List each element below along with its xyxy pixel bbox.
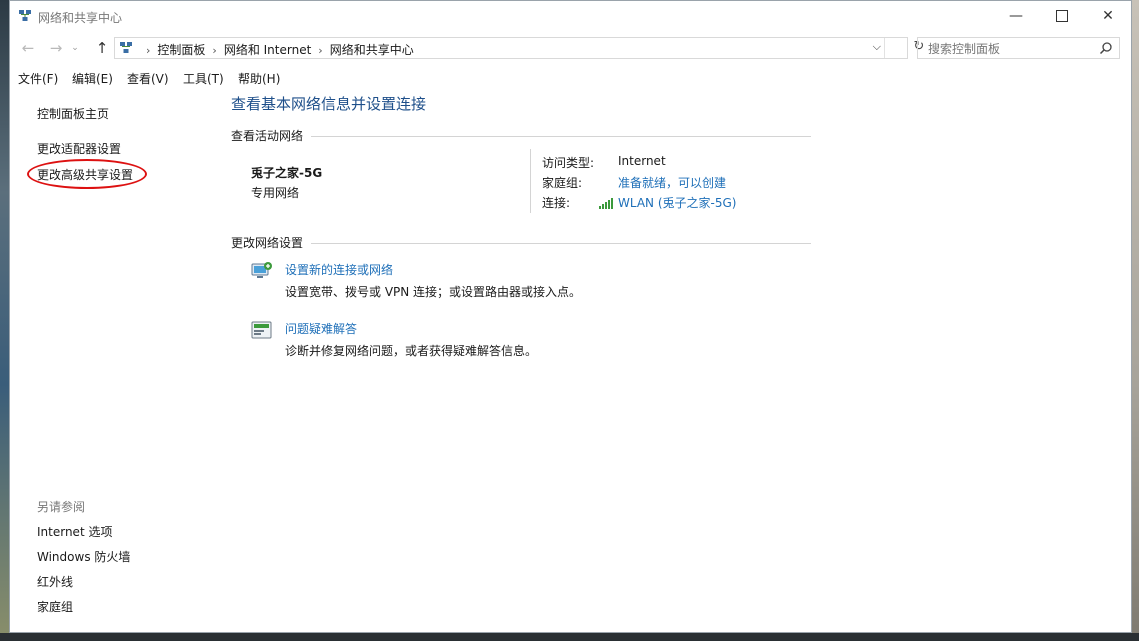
breadcrumb-network-sharing-center[interactable]: 网络和共享中心 [330,43,414,57]
menu-edit[interactable]: 编辑(E) [72,70,113,87]
left-task-pane: 控制面板主页 更改适配器设置 更改高级共享设置 另请参阅 Internet 选项… [10,91,220,631]
breadcrumb: › 控制面板 › 网络和 Internet › 网络和共享中心 [139,41,414,58]
wifi-signal-icon [599,198,613,209]
desktop-right-edge [1132,0,1139,641]
control-panel-icon [120,42,132,53]
homegroup-status-link[interactable]: 准备就绪，可以创建 [618,174,726,191]
menu-help[interactable]: 帮助(H) [238,70,280,87]
breadcrumb-separator: › [146,44,151,57]
breadcrumb-separator[interactable]: › [318,44,322,57]
search-icon[interactable] [1099,41,1113,55]
troubleshoot-icon [251,321,272,339]
maximize-button[interactable] [1039,1,1085,32]
connection-name[interactable]: WLAN (兎子之家-5G) [618,196,736,210]
menu-file[interactable]: 文件(F) [18,70,58,87]
network-name: 兎子之家-5G [251,166,323,180]
minimize-button[interactable]: — [993,1,1039,32]
setup-new-connection-link[interactable]: 设置新的连接或网络 [285,261,393,278]
network-center-icon [19,10,31,21]
connection-label: 连接: [542,196,571,210]
network-info-divider [530,149,531,213]
change-settings-heading: 更改网络设置 [231,236,304,250]
menu-view[interactable]: 查看(V) [127,70,169,87]
close-button[interactable]: ✕ [1085,1,1131,32]
address-divider [884,38,885,58]
navigation-bar: ← → ⌄ ↑ › 控制面板 › 网络和 Internet › 网络和共享中心 ⌵ ↻ [10,35,1131,61]
search-box [917,37,1120,59]
section-divider [311,136,811,137]
troubleshoot-desc: 诊断并修复网络问题，或者获得疑难解答信息。 [285,344,538,358]
access-type-label: 访问类型: [542,156,595,170]
title-bar: 网络和共享中心 — ✕ [10,1,1131,32]
setup-new-connection-desc: 设置宽带、拨号或 VPN 连接；或设置路由器或接入点。 [285,285,582,299]
search-input[interactable] [926,40,1100,58]
forward-button[interactable]: → [46,38,66,58]
menu-tools[interactable]: 工具(T) [183,70,224,87]
windows-firewall-link[interactable]: Windows 防火墙 [37,548,130,565]
desktop-left-edge [0,0,9,641]
see-also-heading: 另请参阅 [37,500,86,514]
internet-options-link[interactable]: Internet 选项 [37,523,112,540]
connection-link[interactable]: WLAN (兎子之家-5G) [599,194,736,211]
change-adapter-settings-link[interactable]: 更改适配器设置 [37,140,121,157]
homegroup-label: 家庭组: [542,176,583,190]
red-annotation-ellipse [27,159,147,189]
window-title: 网络和共享中心 [38,11,123,25]
address-dropdown-button[interactable]: ⌵ [873,40,881,54]
infrared-link[interactable]: 红外线 [37,573,73,590]
section-divider [311,243,811,244]
homegroup-link[interactable]: 家庭组 [37,598,73,615]
access-type-value: Internet [618,154,666,168]
active-networks-heading: 查看活动网络 [231,129,304,143]
taskbar-edge [0,633,1139,641]
maximize-icon [1056,10,1068,22]
network-setup-icon [251,262,272,278]
breadcrumb-control-panel[interactable]: 控制面板 [157,43,205,57]
breadcrumb-network-internet[interactable]: 网络和 Internet [224,43,311,57]
breadcrumb-separator[interactable]: › [212,44,216,57]
page-title: 查看基本网络信息并设置连接 [231,95,427,113]
control-panel-window: 网络和共享中心 — ✕ ← → ⌄ ↑ › 控制面板 › 网络和 Internet › 网… [9,0,1132,633]
network-type-link: 专用网络 [251,186,300,200]
up-button[interactable]: ↑ [92,38,112,58]
back-button[interactable]: ← [18,38,38,58]
control-panel-home-link[interactable]: 控制面板主页 [37,105,109,122]
address-bar[interactable]: › 控制面板 › 网络和 Internet › 网络和共享中心 ⌵ ↻ [114,37,924,59]
troubleshoot-link[interactable]: 问题疑难解答 [285,320,357,337]
recent-locations-button[interactable]: ⌄ [70,38,80,58]
